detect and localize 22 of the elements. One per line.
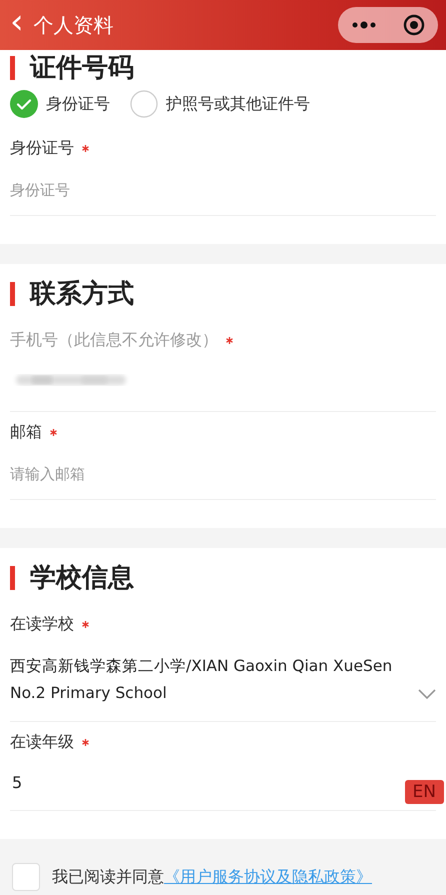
section-title: 联系方式 [10, 268, 436, 320]
radio-checked-icon[interactable] [10, 90, 38, 118]
radio-label: 护照号或其他证件号 [166, 94, 310, 114]
checkbox[interactable] [12, 863, 40, 891]
field-label: 在读学校 [10, 614, 74, 635]
section-title: 学校信息 [10, 552, 436, 604]
chevron-down-icon [418, 689, 436, 699]
back-button[interactable]: ‹ [10, 5, 34, 45]
field-label: 邮箱 [10, 422, 42, 443]
radio-icon[interactable] [130, 90, 158, 118]
agreement-link[interactable]: 《用户服务协议及隐私政策》 [164, 866, 372, 886]
school-select[interactable]: 西安高新钱学森第二小学/XIAN Gaoxin Qian XueSen No.2 Primary School [10, 643, 436, 721]
page-title: 个人资料 [34, 12, 114, 38]
input-field[interactable]: 5 [12, 773, 22, 792]
field-label: 身份证号 [10, 138, 74, 159]
radio-label: 身份证号 [46, 94, 110, 114]
language-badge[interactable]: EN [404, 780, 444, 804]
field-label: 手机号（此信息不允许修改） [10, 330, 218, 351]
section-title: 证件号码 [10, 50, 436, 84]
more-icon[interactable] [351, 21, 377, 29]
field-label: 在读年级 [10, 732, 74, 753]
agreement-text: 我已阅读并同意《用户服务协议及隐私政策》 [52, 866, 372, 888]
